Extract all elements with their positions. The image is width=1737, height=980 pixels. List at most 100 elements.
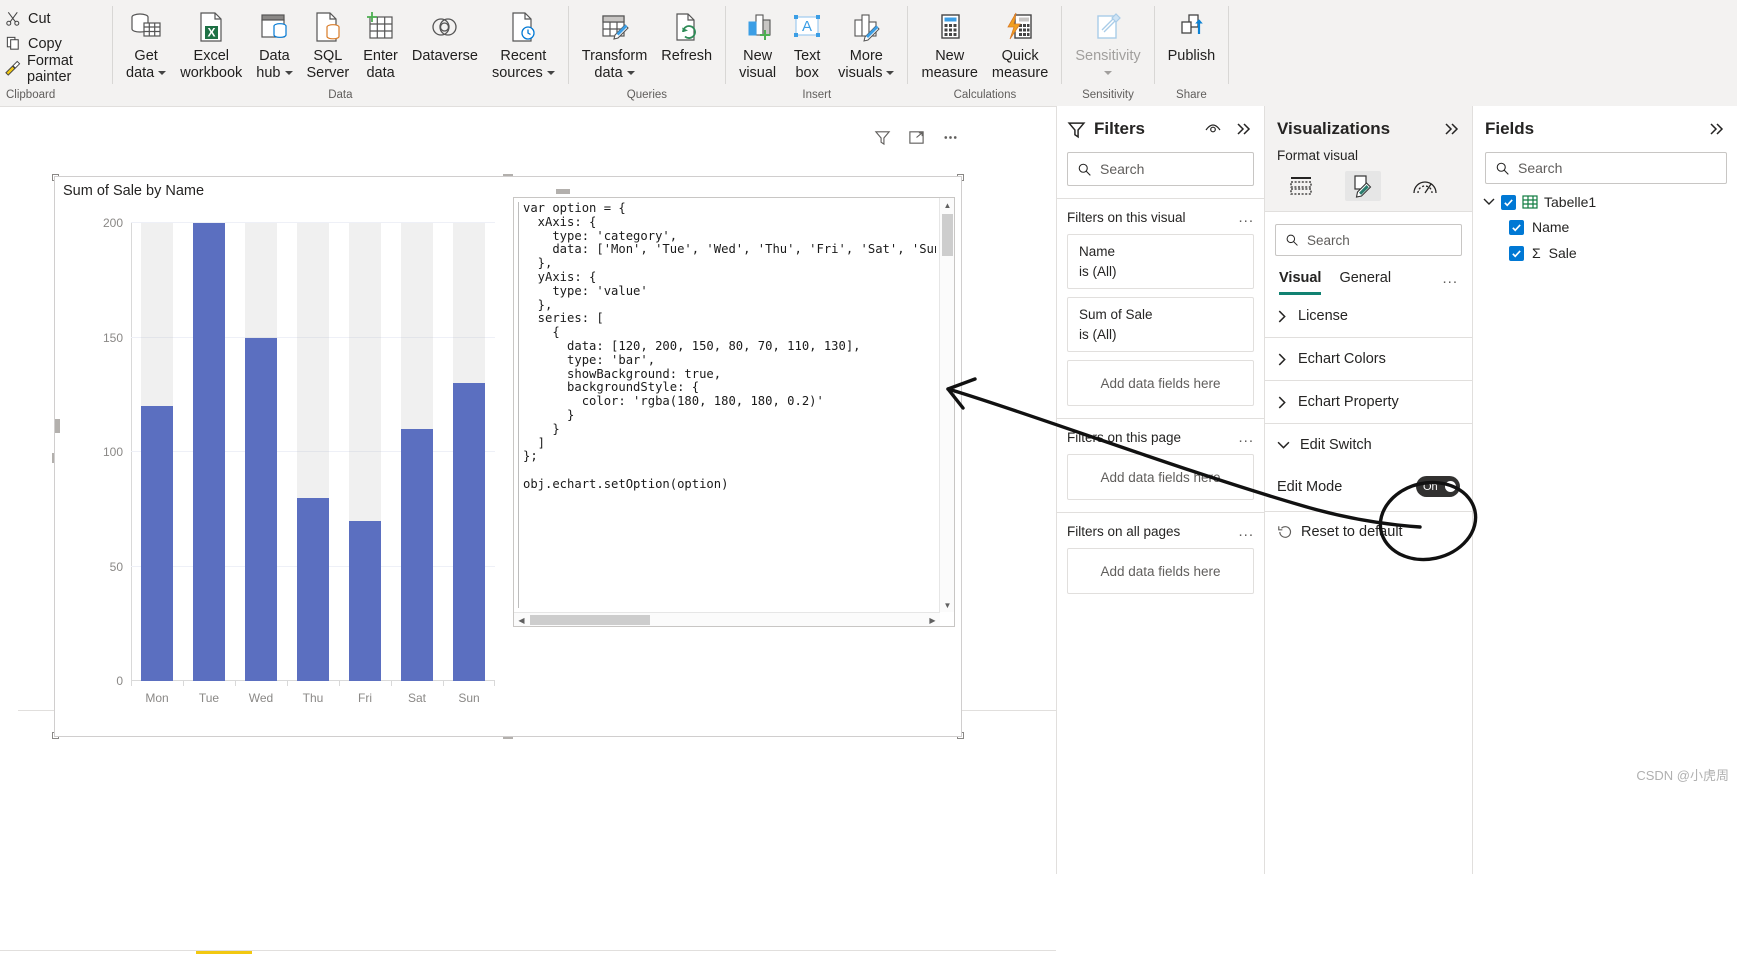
ribbon-button-get-data[interactable]: Get data <box>119 0 173 84</box>
tab-visual[interactable]: Visual <box>1279 270 1322 295</box>
filters-visual-dropzone[interactable]: Add data fields here <box>1067 360 1254 406</box>
ribbon-button-quick-measure[interactable]: Quick measure <box>985 0 1055 84</box>
fields-search-input[interactable]: Search <box>1485 152 1727 184</box>
format-search-input[interactable]: Search <box>1275 224 1462 256</box>
chart-bar[interactable] <box>348 520 382 681</box>
hide-filters-icon[interactable] <box>1202 118 1224 140</box>
field-row-sale[interactable]: Σ Sale <box>1473 240 1737 266</box>
filters-section-page-more[interactable]: ... <box>1238 429 1254 446</box>
chart-bar-group[interactable]: Wed <box>235 223 287 705</box>
checkbox-field-name[interactable] <box>1509 219 1524 235</box>
format-visual-label: Format visual <box>1277 148 1359 163</box>
code-editor-vertical-scrollbar[interactable]: ▲ ▼ <box>939 198 954 612</box>
ribbon-button-publish[interactable]: Publish <box>1161 0 1223 67</box>
expand-pane-icon[interactable] <box>1440 118 1462 140</box>
ribbon-button-recent-sources[interactable]: Recent sources <box>485 0 562 84</box>
chart-bar-group[interactable]: Sun <box>443 223 495 705</box>
visual-container[interactable]: Sum of Sale by Name 0 50 100 150 200 Mon Tue W… <box>52 130 964 739</box>
chart-bar[interactable] <box>244 337 278 681</box>
ribbon-button-text-box[interactable]: A Text box <box>783 0 831 84</box>
focus-mode-icon[interactable] <box>905 126 927 148</box>
ribbon-button-new-visual[interactable]: New visual <box>732 0 783 84</box>
report-canvas[interactable]: Sum of Sale by Name 0 50 100 150 200 Mon Tue W… <box>0 106 1056 980</box>
format-more-options[interactable]: ... <box>1442 270 1458 295</box>
chart-bar[interactable] <box>140 406 174 681</box>
y-axis-tick-label: 150 <box>102 330 123 345</box>
filter-icon[interactable] <box>871 126 893 148</box>
scroll-right-icon[interactable]: ▶ <box>925 613 940 627</box>
page-tab-bar[interactable] <box>0 950 1056 980</box>
code-editor[interactable]: var option = { xAxis: { type: 'category'… <box>513 189 955 627</box>
tab-general[interactable]: General <box>1339 270 1391 295</box>
ribbon-button-sql-server[interactable]: SQL Server <box>300 0 357 84</box>
ribbon-button-dataverse-line1: Dataverse <box>411 48 478 64</box>
y-axis-tick-label: 50 <box>109 559 123 574</box>
visual-left-grip <box>55 419 60 433</box>
visualizations-pane[interactable]: Visualizations Format visual Search Visu… <box>1264 106 1472 979</box>
accordion-license[interactable]: License <box>1265 295 1472 338</box>
chart-bar-group[interactable]: Tue <box>183 223 235 705</box>
fields-table-tabelle1[interactable]: Tabelle1 <box>1473 184 1737 214</box>
scroll-left-icon[interactable]: ◀ <box>514 613 529 627</box>
filters-search-input[interactable]: Search <box>1067 152 1254 186</box>
ribbon-button-enter-data[interactable]: Enter data <box>356 0 405 84</box>
expand-filters-icon[interactable] <box>1232 118 1254 140</box>
accordion-edit-switch[interactable]: Edit Switch <box>1265 424 1472 466</box>
ribbon-button-format-painter[interactable]: Format painter <box>4 53 106 85</box>
vertical-scroll-thumb[interactable] <box>942 214 953 256</box>
ribbon-button-cut[interactable]: Cut <box>4 6 51 31</box>
horizontal-scroll-thumb[interactable] <box>530 615 650 625</box>
edit-mode-toggle[interactable]: On <box>1416 476 1460 497</box>
more-options-icon[interactable] <box>939 126 961 148</box>
filters-all-pages-dropzone[interactable]: Add data fields here <box>1067 548 1254 594</box>
bar-chart[interactable]: 0 50 100 150 200 Mon Tue Wed Thu Fri Sat Sun <box>65 211 505 729</box>
page-tab-indicator[interactable] <box>196 951 252 954</box>
ribbon-button-more-visuals[interactable]: More visuals <box>831 0 901 84</box>
ribbon-button-excel-workbook-line2: workbook <box>180 65 243 81</box>
format-tab-icon[interactable] <box>1345 171 1381 201</box>
chart-bar[interactable] <box>296 497 330 681</box>
expand-fields-icon[interactable] <box>1705 118 1727 140</box>
chart-bar[interactable] <box>400 429 434 681</box>
code-editor-text[interactable]: var option = { xAxis: { type: 'category'… <box>518 202 936 608</box>
accordion-echart-colors[interactable]: Echart Colors <box>1265 338 1472 381</box>
chart-bar-group[interactable]: Fri <box>339 223 391 705</box>
filters-section-visual-label: Filters on this visual <box>1067 210 1186 225</box>
visual-header-toolbar[interactable] <box>871 126 961 148</box>
format-pivot-tabs[interactable]: Visual General ... <box>1265 256 1472 295</box>
reset-to-default-button[interactable]: Reset to default <box>1265 512 1472 552</box>
ribbon-button-refresh[interactable]: Refresh <box>654 0 719 67</box>
scroll-down-icon[interactable]: ▼ <box>940 598 955 612</box>
filters-page-dropzone[interactable]: Add data fields here <box>1067 454 1254 500</box>
chart-bar-group[interactable]: Thu <box>287 223 339 705</box>
checkbox-table[interactable] <box>1501 194 1516 210</box>
code-editor-horizontal-scrollbar[interactable]: ◀ ▶ <box>514 612 940 626</box>
filters-section-visual-more[interactable]: ... <box>1238 209 1254 226</box>
scroll-up-icon[interactable]: ▲ <box>940 198 955 212</box>
chart-bar[interactable] <box>452 383 486 681</box>
accordion-echart-property[interactable]: Echart Property <box>1265 381 1472 424</box>
visualizations-tabs[interactable] <box>1265 169 1472 211</box>
field-row-name[interactable]: Name <box>1473 214 1737 240</box>
chart-bar-group[interactable]: Mon <box>131 223 183 705</box>
filters-pane[interactable]: Filters Search Filters on this visual ..… <box>1056 106 1264 874</box>
text-box-icon: A <box>790 6 824 48</box>
ribbon-button-transform-data[interactable]: Transform data <box>575 0 655 84</box>
analytics-tab-icon[interactable] <box>1407 171 1443 201</box>
ribbon-button-excel-workbook[interactable]: X Excel workbook <box>173 0 249 84</box>
ribbon-button-dataverse[interactable]: Dataverse <box>405 0 485 67</box>
chevron-down-icon[interactable] <box>1483 197 1495 207</box>
echart-custom-visual[interactable]: Sum of Sale by Name 0 50 100 150 200 Mon Tue W… <box>54 176 962 737</box>
ribbon-button-sensitivity[interactable]: Sensitivity <box>1068 0 1147 84</box>
ribbon-button-more-visuals-line1: More <box>849 48 883 64</box>
checkbox-field-sale[interactable] <box>1509 245 1524 261</box>
ribbon-button-data-hub[interactable]: Data hub <box>249 0 299 84</box>
filter-card-name[interactable]: Name is (All) <box>1067 234 1254 289</box>
filter-card-sum-of-sale[interactable]: Sum of Sale is (All) <box>1067 297 1254 352</box>
ribbon-button-new-measure[interactable]: New measure <box>914 0 984 84</box>
filters-section-all-pages-more[interactable]: ... <box>1238 523 1254 540</box>
chart-bar[interactable] <box>192 223 226 681</box>
chart-bar-group[interactable]: Sat <box>391 223 443 705</box>
fields-tab-icon[interactable] <box>1283 171 1319 201</box>
fields-pane[interactable]: Fields Search Tabelle1 Name Σ Sale <box>1472 106 1737 874</box>
